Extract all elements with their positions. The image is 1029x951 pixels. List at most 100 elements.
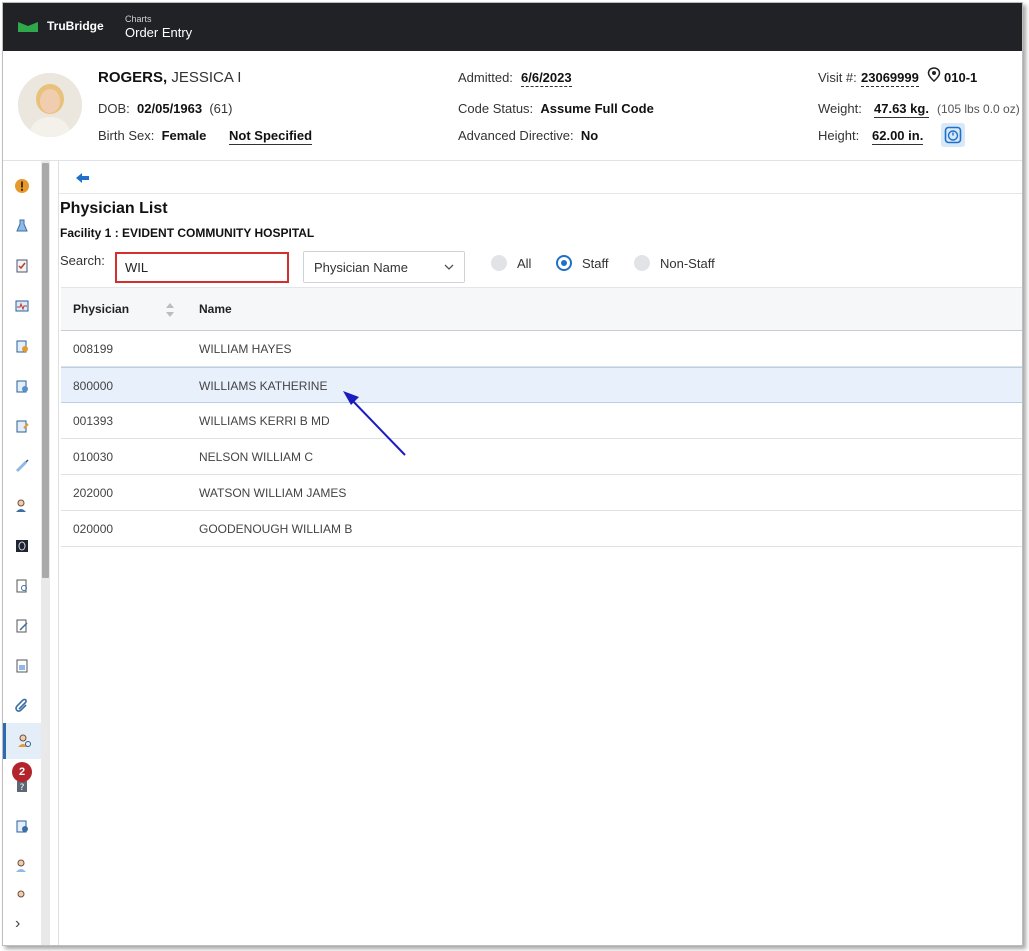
clipboard-icon [16, 340, 28, 353]
search-input[interactable] [115, 252, 289, 283]
rail-item-alerts[interactable] [9, 173, 35, 199]
main-content: Physician List Facility 1 : EVIDENT COMM… [59, 161, 1022, 945]
rail-item-orders[interactable] [9, 333, 35, 359]
xray-icon [16, 540, 28, 552]
weight-value[interactable]: 47.63 kg. [874, 101, 929, 118]
rail-item-injections[interactable] [9, 453, 35, 479]
radio-non-staff[interactable]: Non-Staff [634, 255, 715, 271]
physician-table: Physician Name 008199 WILLIAM HAYES 800000… [61, 287, 1022, 547]
doctor-icon [16, 499, 26, 512]
chevron-down-icon [444, 264, 454, 270]
advanced-directive-row: Advanced Directive: No [458, 128, 599, 143]
rail-item-more[interactable] [9, 889, 35, 903]
results-icon [16, 420, 29, 433]
expand-rail-chevron-icon[interactable]: › [15, 915, 20, 933]
rail-item-consults[interactable] [9, 853, 35, 879]
radio-non-staff-label: Non-Staff [660, 255, 715, 271]
column-header-name[interactable]: Name [199, 302, 232, 316]
patient-banner: ROGERS, JESSICA I DOB: 02/05/1963 (61) B… [3, 51, 1022, 161]
search-field-select[interactable]: Physician Name [303, 251, 465, 283]
brand-name: TruBridge [47, 19, 104, 33]
table-row[interactable]: 800000 WILLIAMS KATHERINE [61, 367, 1022, 403]
alert-icon [15, 179, 29, 193]
gender-link[interactable]: Not Specified [229, 128, 313, 145]
rail-item-medications[interactable] [9, 373, 35, 399]
radio-all[interactable]: All [491, 255, 531, 271]
app-window: TruBridge Charts Order Entry ROGERS, JES… [2, 2, 1023, 946]
radio-all-label: All [517, 255, 532, 271]
rail-item-attachments[interactable] [9, 693, 35, 719]
physician-id-cell: 202000 [73, 486, 114, 500]
physician-id-cell: 001393 [73, 414, 114, 428]
dob-row: DOB: 02/05/1963 (61) [98, 101, 233, 116]
rail-item-refresh[interactable] [9, 813, 35, 839]
table-row[interactable]: 020000 GOODENOUGH WILLIAM B [61, 511, 1022, 547]
patient-avatar [18, 73, 82, 137]
sort-icon[interactable] [165, 302, 175, 318]
location-pin-icon [927, 67, 941, 82]
module-title: Order Entry [125, 25, 193, 40]
back-arrow-icon[interactable] [74, 170, 92, 186]
refresh-document-icon [16, 820, 28, 833]
height-label: Height: [818, 128, 860, 143]
code-status-row: Code Status: Assume Full Code [458, 101, 654, 116]
left-nav-rail: 2 ? › [3, 161, 41, 945]
note-edit-icon [16, 619, 28, 633]
rail-item-documents[interactable] [9, 573, 35, 599]
trubridge-logo-icon [18, 22, 38, 32]
height-value[interactable]: 62.00 in. [872, 128, 924, 145]
physician-id-cell: 800000 [73, 379, 114, 393]
syringe-icon [15, 459, 29, 473]
visit-number[interactable]: 23069999 [861, 70, 919, 87]
search-label: Search: [60, 253, 105, 268]
rail-item-vitals[interactable] [9, 293, 35, 319]
consult-icon [16, 859, 26, 872]
table-row[interactable]: 001393 WILLIAMS KERRI B MD [61, 403, 1022, 439]
paperclip-icon [15, 698, 27, 712]
page-title: Physician List [60, 200, 168, 217]
document-search-icon [16, 579, 27, 593]
rail-item-physician-list[interactable] [3, 723, 41, 759]
physician-name-cell: WILLIAMS KERRI B MD [199, 414, 330, 428]
table-row[interactable]: 010030 NELSON WILLIAM C [61, 439, 1022, 475]
admitted-label: Admitted: [458, 70, 513, 85]
patient-name: ROGERS, JESSICA I [98, 69, 242, 86]
rail-item-checklist[interactable] [9, 253, 35, 279]
module-category: Charts [125, 14, 152, 24]
search-field-select-value: Physician Name [314, 259, 408, 275]
table-row[interactable]: 008199 WILLIAM HAYES [61, 331, 1022, 367]
facility-name: Facility 1 : EVIDENT COMMUNITY HOSPITAL [60, 226, 315, 240]
rail-item-notes[interactable] [9, 613, 35, 639]
rail-item-forms[interactable] [9, 653, 35, 679]
radio-all-indicator[interactable] [491, 255, 507, 271]
rail-item-results[interactable] [9, 413, 35, 439]
radio-staff-indicator[interactable] [556, 255, 572, 271]
physician-name-cell: NELSON WILLIAM C [199, 450, 314, 464]
physician-id-cell: 008199 [73, 342, 114, 356]
admitted-date[interactable]: 6/6/2023 [521, 70, 572, 87]
pill-document-icon [16, 380, 28, 393]
rail-scrollbar-thumb[interactable] [42, 163, 49, 578]
visit-label: Visit #: [818, 70, 857, 85]
physician-name-cell: WILLIAM HAYES [199, 342, 292, 356]
toolbar-divider [59, 193, 1022, 194]
radio-staff[interactable]: Staff [556, 255, 609, 271]
table-row[interactable]: 202000 WATSON WILLIAM JAMES [61, 475, 1022, 511]
room-number: 010-1 [944, 70, 978, 85]
table-header: Physician Name [61, 287, 1022, 331]
physician-search-icon [17, 734, 31, 747]
physician-name-cell: WATSON WILLIAM JAMES [199, 486, 347, 500]
rail-item-labs[interactable] [9, 213, 35, 239]
column-header-physician[interactable]: Physician [73, 302, 129, 316]
vitals-gauge-button[interactable] [941, 123, 965, 147]
radio-non-staff-indicator[interactable] [634, 255, 650, 271]
weight-imperial: (105 lbs 0.0 oz) [937, 102, 1020, 116]
birth-sex-row: Birth Sex: Female [98, 128, 207, 143]
form-icon [16, 659, 28, 673]
gauge-icon [944, 126, 962, 144]
svg-text:?: ? [20, 783, 25, 793]
rail-item-imaging[interactable] [9, 533, 35, 559]
person-icon [17, 890, 25, 898]
rail-item-providers[interactable] [9, 493, 35, 519]
physician-id-cell: 020000 [73, 522, 114, 536]
